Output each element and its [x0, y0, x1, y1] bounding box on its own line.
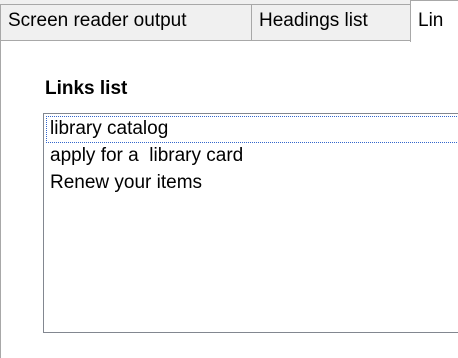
tab-divider	[0, 40, 458, 41]
tab-screen-reader-output[interactable]: Screen reader output	[0, 4, 252, 41]
tab-label: Lin	[418, 10, 444, 31]
list-item[interactable]: Renew your items	[44, 170, 458, 197]
list-item[interactable]: apply for a library card	[44, 143, 458, 170]
tab-label: Headings list	[259, 10, 368, 31]
tab-headings-list[interactable]: Headings list	[251, 4, 411, 41]
panel-border	[0, 41, 1, 358]
tab-bar: Screen reader output Headings list Lin	[0, 0, 458, 42]
links-list-title: Links list	[45, 78, 128, 99]
list-item[interactable]: library catalog	[46, 116, 458, 143]
tab-label: Screen reader output	[8, 10, 187, 31]
tab-links-list[interactable]: Lin	[410, 0, 458, 42]
links-listbox[interactable]: library catalog apply for a library card…	[43, 113, 458, 333]
